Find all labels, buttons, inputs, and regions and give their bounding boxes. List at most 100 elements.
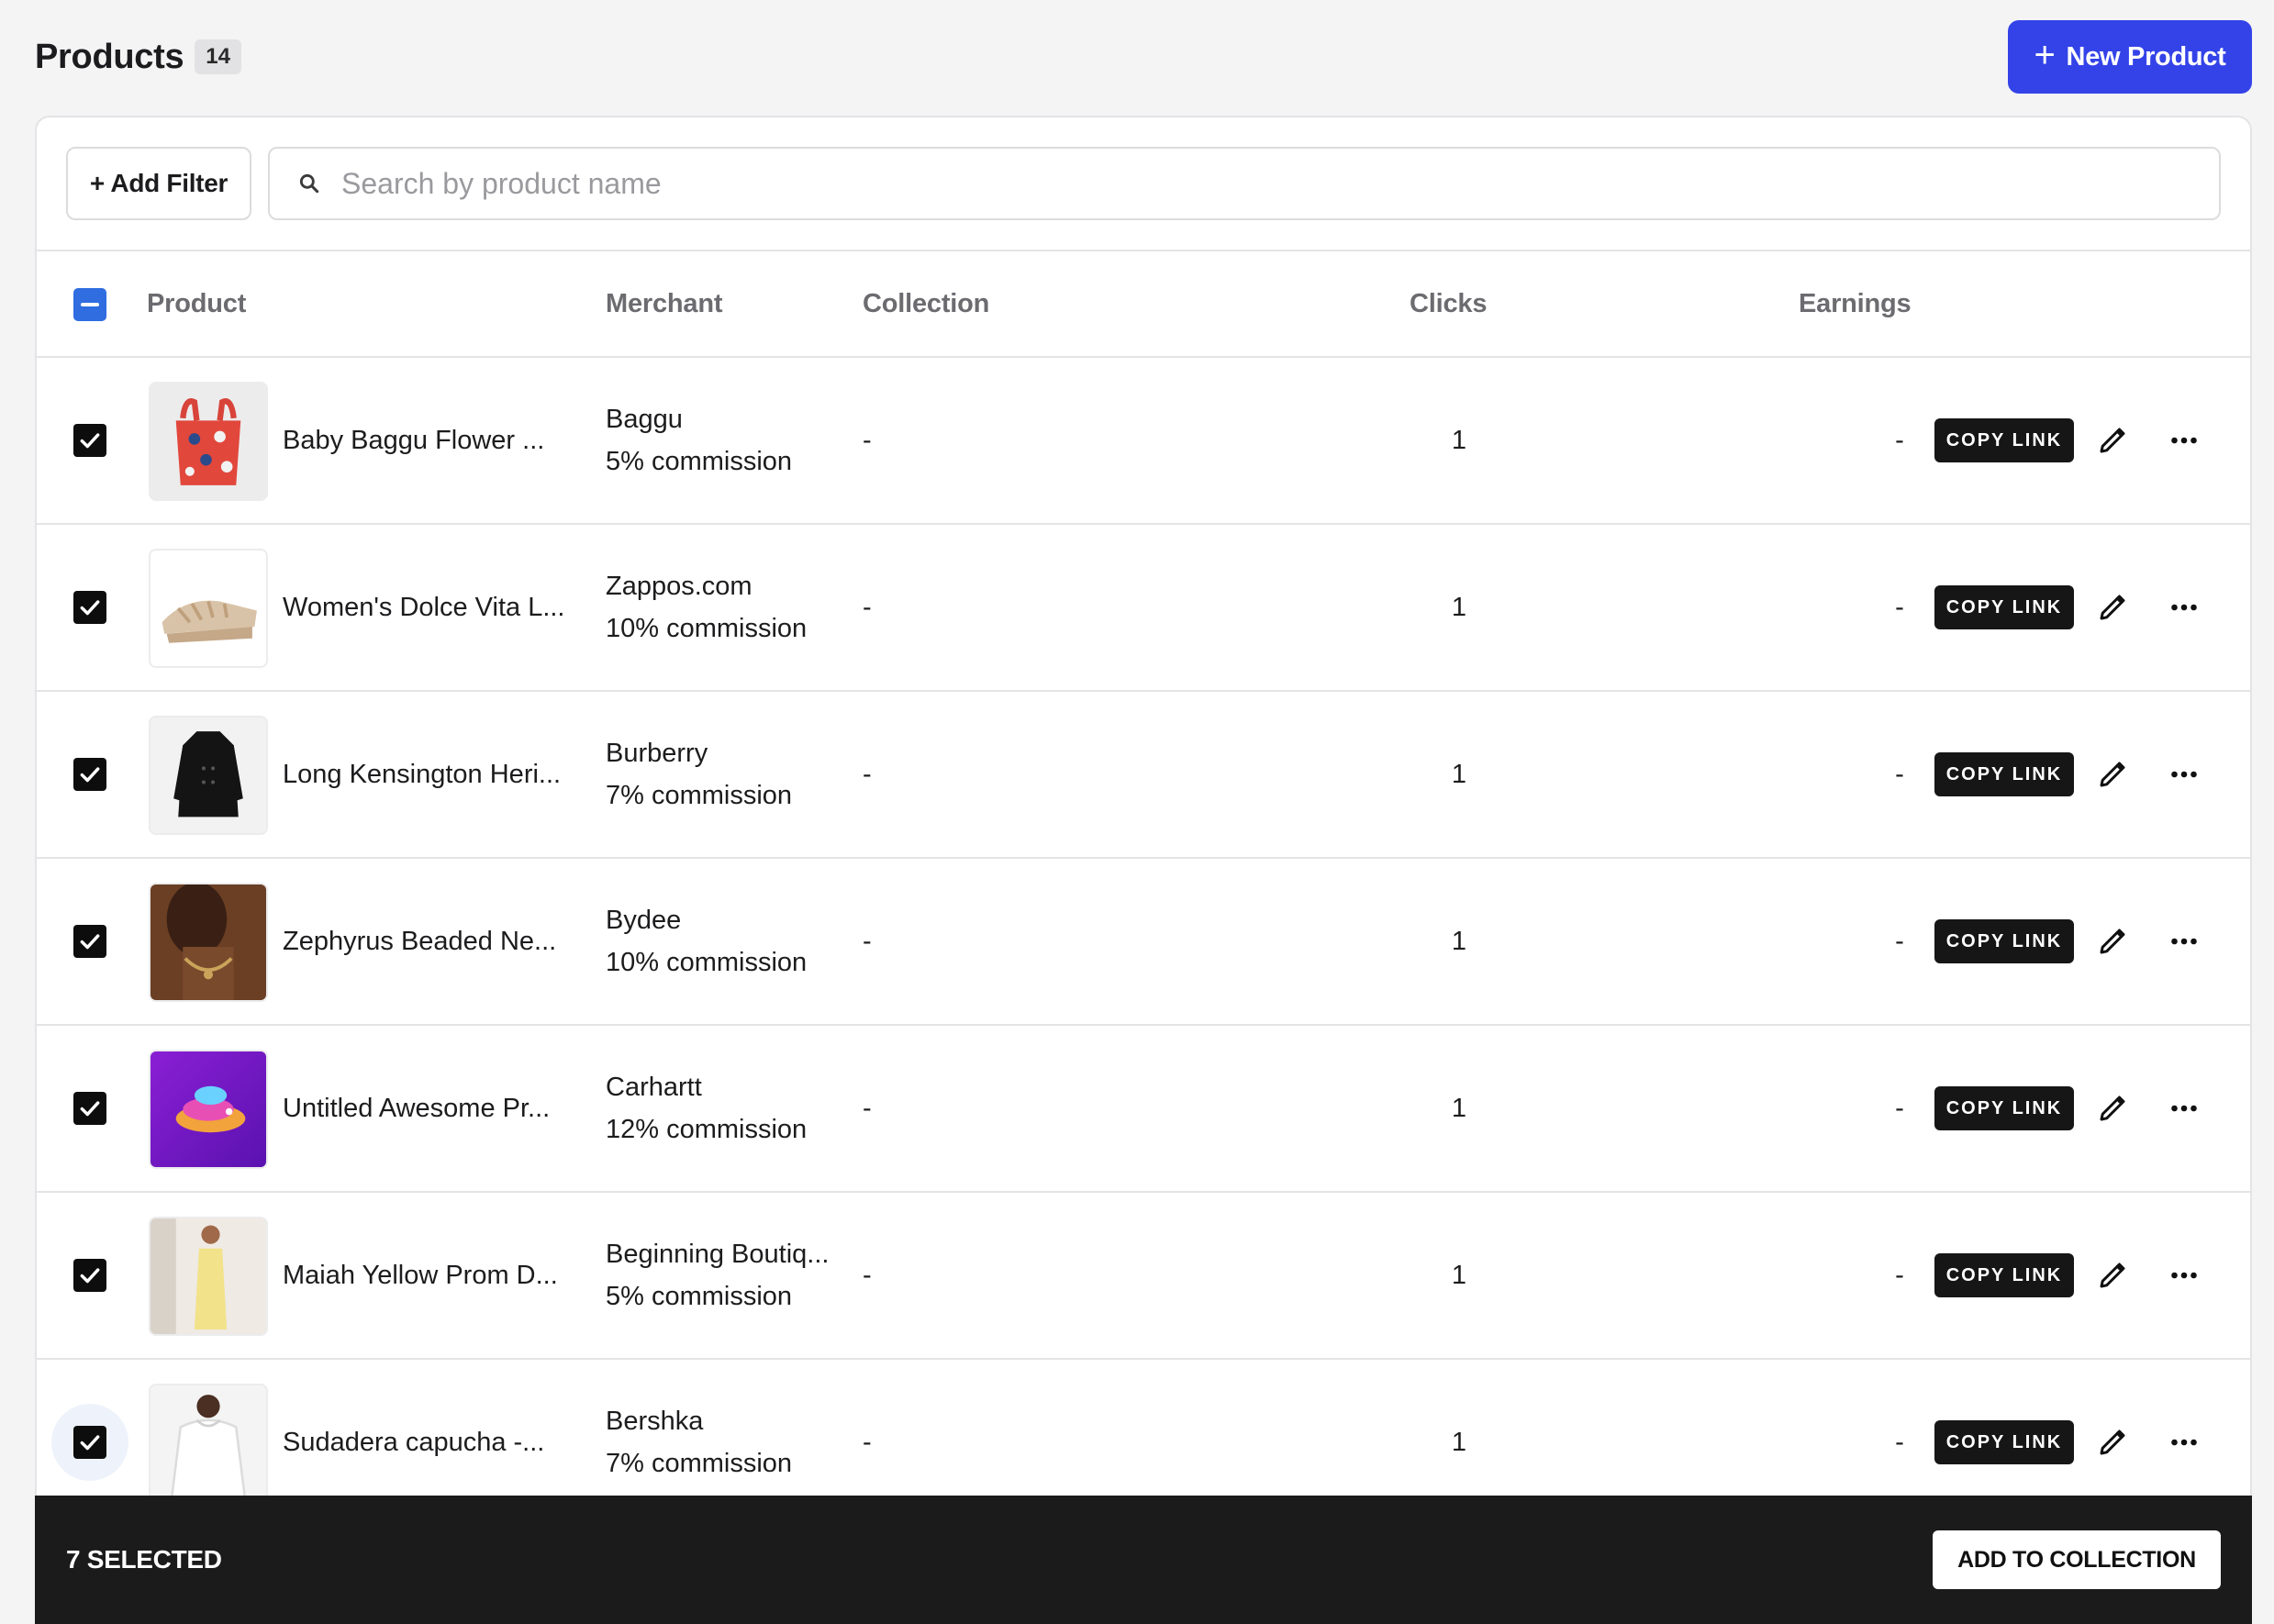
product-name[interactable]: Zephyrus Beaded Ne... — [283, 859, 585, 1024]
pencil-icon[interactable] — [2096, 1092, 2129, 1125]
copy-link-button[interactable]: COPY LINK — [1934, 752, 2074, 796]
product-name[interactable]: Women's Dolce Vita L... — [283, 525, 585, 690]
column-header-product[interactable]: Product — [147, 251, 246, 356]
search-icon — [299, 173, 319, 194]
pencil-icon[interactable] — [2096, 591, 2129, 624]
merchant-name: Carhartt — [606, 1073, 702, 1102]
add-filter-button[interactable]: + Add Filter — [66, 147, 251, 220]
more-horizontal-icon[interactable] — [2168, 591, 2201, 624]
merchant-commission: 7% commission — [606, 781, 793, 810]
row-checkbox[interactable] — [73, 1259, 106, 1292]
pencil-icon[interactable] — [2096, 1426, 2129, 1459]
merchant-name: Bydee — [606, 906, 682, 935]
merchant-commission: 12% commission — [606, 1115, 808, 1144]
pencil-icon[interactable] — [2096, 758, 2129, 791]
merchant-commission: 10% commission — [606, 614, 808, 643]
plus-icon: + — [2034, 35, 2056, 75]
column-header-merchant[interactable]: Merchant — [606, 251, 723, 356]
more-horizontal-icon[interactable] — [2168, 1092, 2201, 1125]
product-thumbnail[interactable] — [149, 1217, 268, 1336]
merchant-cell: Bydee 10% commission — [606, 859, 863, 1024]
product-thumbnail[interactable] — [149, 716, 268, 835]
earnings-cell: - — [1895, 425, 1904, 455]
page-header: Products 14 + New Product — [35, 18, 2252, 95]
product-count-badge: 14 — [195, 39, 241, 74]
title-wrap: Products 14 — [35, 38, 241, 77]
collection-cell: - — [863, 1093, 872, 1123]
copy-link-button[interactable]: COPY LINK — [1934, 919, 2074, 963]
row-checkbox[interactable] — [73, 1092, 106, 1125]
table-row[interactable]: Maiah Yellow Prom D... Beginning Boutiq.… — [37, 1193, 2250, 1360]
copy-link-button[interactable]: COPY LINK — [1934, 418, 2074, 462]
clicks-cell: 1 — [1451, 425, 1467, 455]
merchant-name: Burberry — [606, 739, 708, 768]
column-header-clicks[interactable]: Clicks — [1410, 251, 1487, 356]
table-row[interactable]: Long Kensington Heri... Burberry 7% comm… — [37, 692, 2250, 859]
row-checkbox[interactable] — [73, 925, 106, 958]
table-row[interactable]: Baby Baggu Flower ... Baggu 5% commissio… — [37, 358, 2250, 525]
checkmark-icon — [80, 1435, 100, 1451]
product-name[interactable]: Baby Baggu Flower ... — [283, 358, 585, 523]
checkmark-icon — [80, 767, 100, 783]
new-product-button[interactable]: + New Product — [2008, 20, 2252, 94]
toolbar: + Add Filter — [66, 147, 2221, 220]
earnings-cell: - — [1895, 1093, 1904, 1123]
copy-link-button[interactable]: COPY LINK — [1934, 1253, 2074, 1297]
product-thumbnail[interactable] — [149, 883, 268, 1002]
clicks-cell: 1 — [1451, 926, 1467, 956]
column-header-collection[interactable]: Collection — [863, 251, 989, 356]
merchant-cell: Beginning Boutiq... 5% commission — [606, 1193, 863, 1358]
product-thumbnail[interactable] — [149, 549, 268, 668]
more-horizontal-icon[interactable] — [2168, 925, 2201, 958]
table-row[interactable]: Women's Dolce Vita L... Zappos.com 10% c… — [37, 525, 2250, 692]
product-thumbnail[interactable] — [149, 1050, 268, 1169]
selected-count: 7 SELECTED — [66, 1545, 222, 1574]
copy-link-button[interactable]: COPY LINK — [1934, 585, 2074, 629]
merchant-commission: 10% commission — [606, 948, 808, 977]
merchant-cell: Burberry 7% commission — [606, 692, 863, 857]
checkmark-icon — [80, 1101, 100, 1117]
add-to-collection-button[interactable]: ADD TO COLLECTION — [1933, 1530, 2221, 1589]
merchant-name: Zappos.com — [606, 572, 752, 601]
earnings-cell: - — [1895, 592, 1904, 622]
search-input[interactable] — [341, 166, 2219, 201]
copy-link-button[interactable]: COPY LINK — [1934, 1086, 2074, 1130]
copy-link-button[interactable]: COPY LINK — [1934, 1420, 2074, 1464]
row-checkbox[interactable] — [73, 424, 106, 457]
row-checkbox[interactable] — [73, 591, 106, 624]
merchant-commission: 5% commission — [606, 447, 793, 476]
pencil-icon[interactable] — [2096, 424, 2129, 457]
table-row[interactable]: Untitled Awesome Pr... Carhartt 12% comm… — [37, 1026, 2250, 1193]
collection-cell: - — [863, 1260, 872, 1290]
table-header: Product Merchant Collection Clicks Earni… — [37, 250, 2250, 358]
merchant-cell: Baggu 5% commission — [606, 358, 863, 523]
product-name[interactable]: Maiah Yellow Prom D... — [283, 1193, 585, 1358]
product-name[interactable]: Long Kensington Heri... — [283, 692, 585, 857]
select-all-checkbox[interactable] — [73, 288, 106, 321]
pencil-icon[interactable] — [2096, 925, 2129, 958]
more-horizontal-icon[interactable] — [2168, 758, 2201, 791]
product-name[interactable]: Untitled Awesome Pr... — [283, 1026, 585, 1191]
row-checkbox[interactable] — [73, 758, 106, 791]
products-card: + Add Filter Product Merchant Collection… — [35, 116, 2252, 1624]
more-horizontal-icon[interactable] — [2168, 424, 2201, 457]
merchant-commission: 7% commission — [606, 1449, 793, 1478]
search-box[interactable] — [268, 147, 2221, 220]
product-thumbnail[interactable] — [149, 382, 268, 501]
more-horizontal-icon[interactable] — [2168, 1426, 2201, 1459]
selection-bar: 7 SELECTED ADD TO COLLECTION — [35, 1496, 2252, 1624]
merchant-cell: Carhartt 12% commission — [606, 1026, 863, 1191]
collection-cell: - — [863, 425, 872, 455]
table-row[interactable]: Zephyrus Beaded Ne... Bydee 10% commissi… — [37, 859, 2250, 1026]
new-product-label: New Product — [2066, 41, 2226, 72]
row-checkbox[interactable] — [73, 1426, 106, 1459]
clicks-cell: 1 — [1451, 592, 1467, 622]
pencil-icon[interactable] — [2096, 1259, 2129, 1292]
product-thumbnail[interactable] — [149, 1384, 268, 1503]
more-horizontal-icon[interactable] — [2168, 1259, 2201, 1292]
merchant-cell: Zappos.com 10% commission — [606, 525, 863, 690]
earnings-cell: - — [1895, 759, 1904, 789]
clicks-cell: 1 — [1451, 759, 1467, 789]
column-header-earnings[interactable]: Earnings — [1799, 251, 1912, 356]
collection-cell: - — [863, 926, 872, 956]
